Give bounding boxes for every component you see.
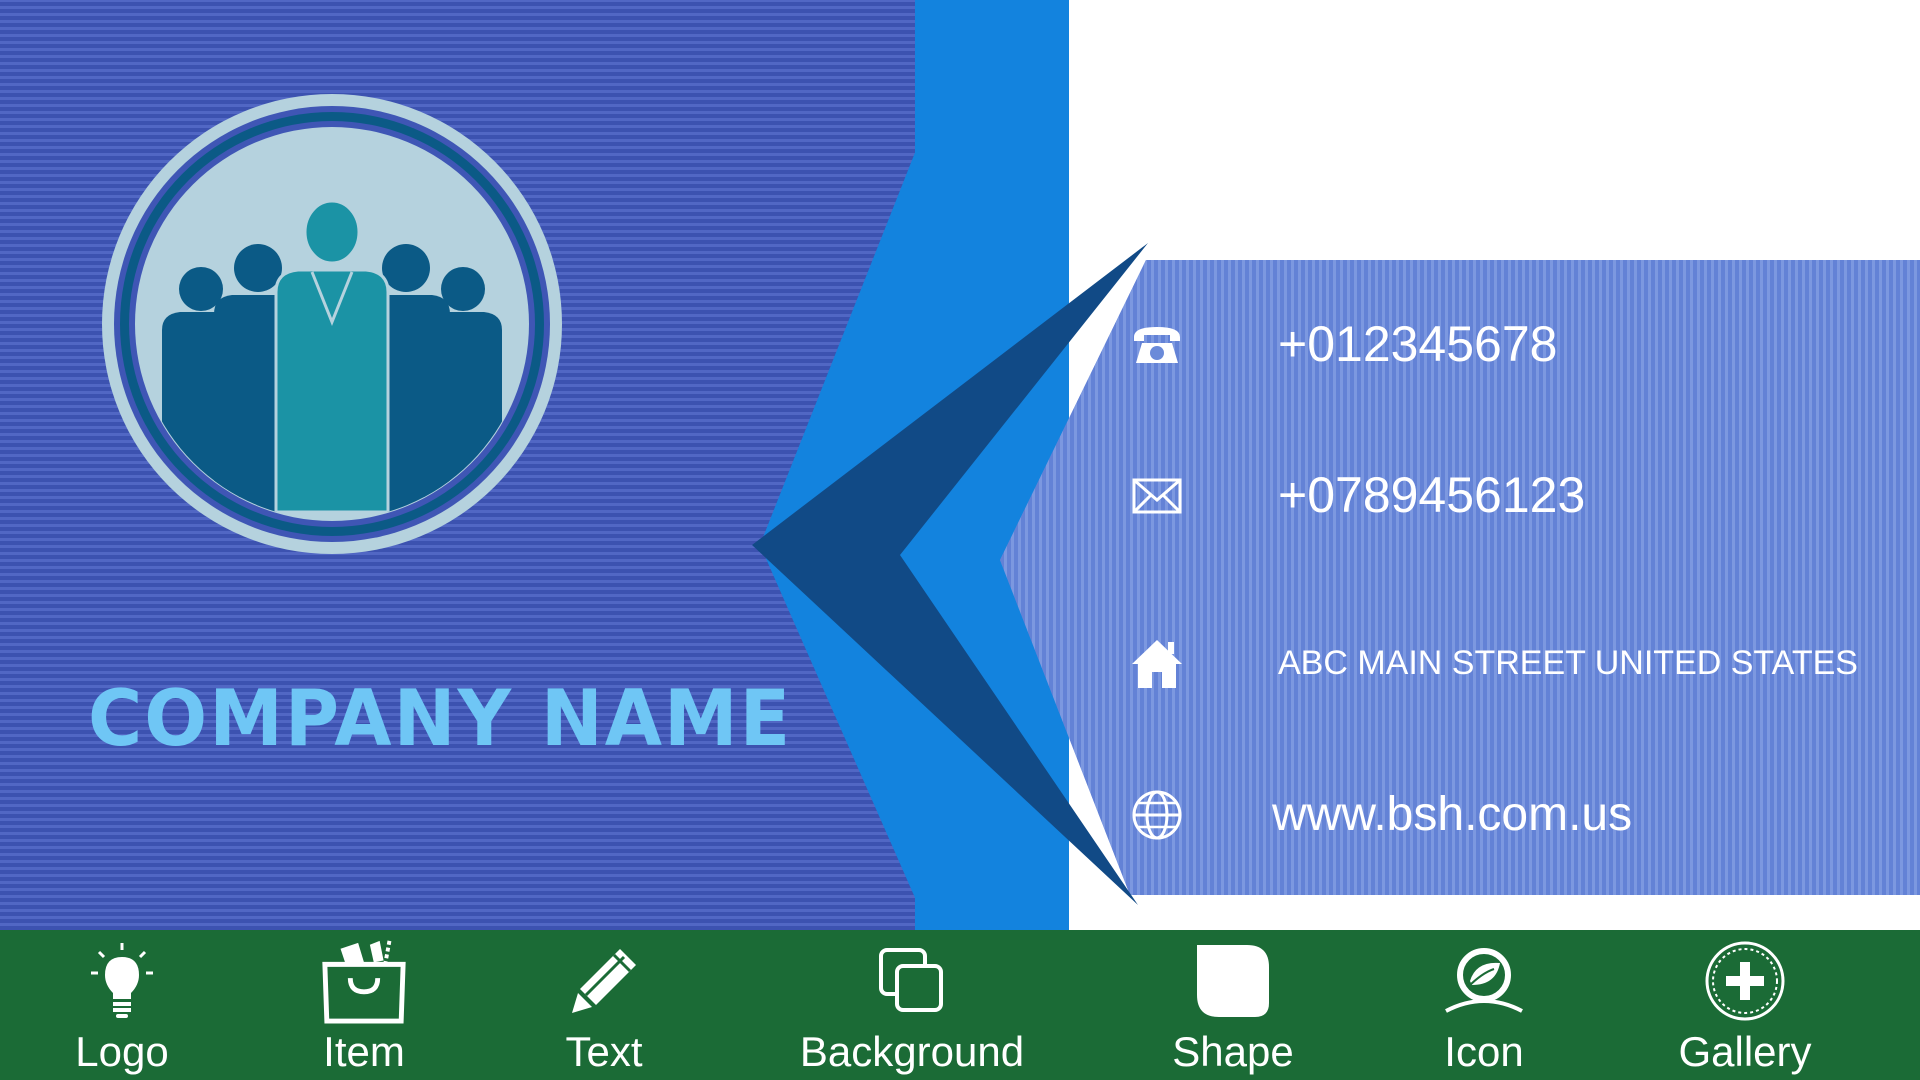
plus-circle-icon	[1700, 938, 1790, 1024]
envelope-icon	[1130, 468, 1184, 522]
business-card-editor: COMPANY NAME +012345678 +0789456123 ABC …	[0, 0, 1920, 1080]
globe-icon	[1130, 788, 1184, 842]
pencil-icon	[559, 938, 649, 1024]
leaf-badge-icon	[1439, 938, 1529, 1024]
toolbar-logo-label: Logo	[75, 1028, 169, 1075]
toolbar-background-label: Background	[799, 1028, 1025, 1075]
toolbar-text-label: Text	[565, 1028, 643, 1075]
toolbar-item-label: Item	[323, 1028, 405, 1075]
toolbar-logo-button[interactable]: Logo	[62, 930, 182, 1080]
toolbar-shape-label: Shape	[1172, 1028, 1294, 1075]
lightbulb-icon	[77, 938, 167, 1024]
contact-website-row[interactable]: www.bsh.com.us	[1130, 787, 1632, 842]
company-name-text[interactable]: COMPANY NAME	[88, 674, 792, 764]
rounded-square-icon	[1188, 938, 1278, 1024]
team-people-logo-icon	[102, 94, 562, 554]
card-canvas[interactable]: COMPANY NAME +012345678 +0789456123 ABC …	[0, 0, 1920, 930]
shopping-bag-icon	[319, 938, 409, 1024]
phone-number-text: +012345678	[1278, 316, 1558, 372]
phone-icon	[1130, 317, 1184, 371]
secondary-number-text: +0789456123	[1278, 467, 1586, 523]
address-text: ABC MAIN STREET UNITED STATES	[1278, 643, 1858, 682]
contact-address-row[interactable]: ABC MAIN STREET UNITED STATES	[1130, 636, 1858, 690]
toolbar-icon-button[interactable]: Icon	[1424, 930, 1544, 1080]
company-logo[interactable]	[100, 92, 564, 556]
toolbar-gallery-label: Gallery	[1678, 1028, 1812, 1075]
website-text: www.bsh.com.us	[1272, 788, 1633, 841]
contact-email-row[interactable]: +0789456123	[1130, 466, 1585, 524]
toolbar-icon-label: Icon	[1444, 1028, 1524, 1075]
toolbar-background-button[interactable]: Background	[792, 930, 1032, 1080]
home-icon	[1130, 636, 1184, 690]
layers-squares-icon	[867, 938, 957, 1024]
contact-phone-row[interactable]: +012345678	[1130, 315, 1557, 373]
toolbar-text-button[interactable]: Text	[544, 930, 664, 1080]
toolbar-gallery-button[interactable]: Gallery	[1678, 930, 1812, 1080]
toolbar-item-button[interactable]: Item	[304, 930, 424, 1080]
toolbar-shape-button[interactable]: Shape	[1168, 930, 1298, 1080]
bottom-toolbar: Logo Item Text Background Shape Icon Gal…	[0, 930, 1920, 1080]
